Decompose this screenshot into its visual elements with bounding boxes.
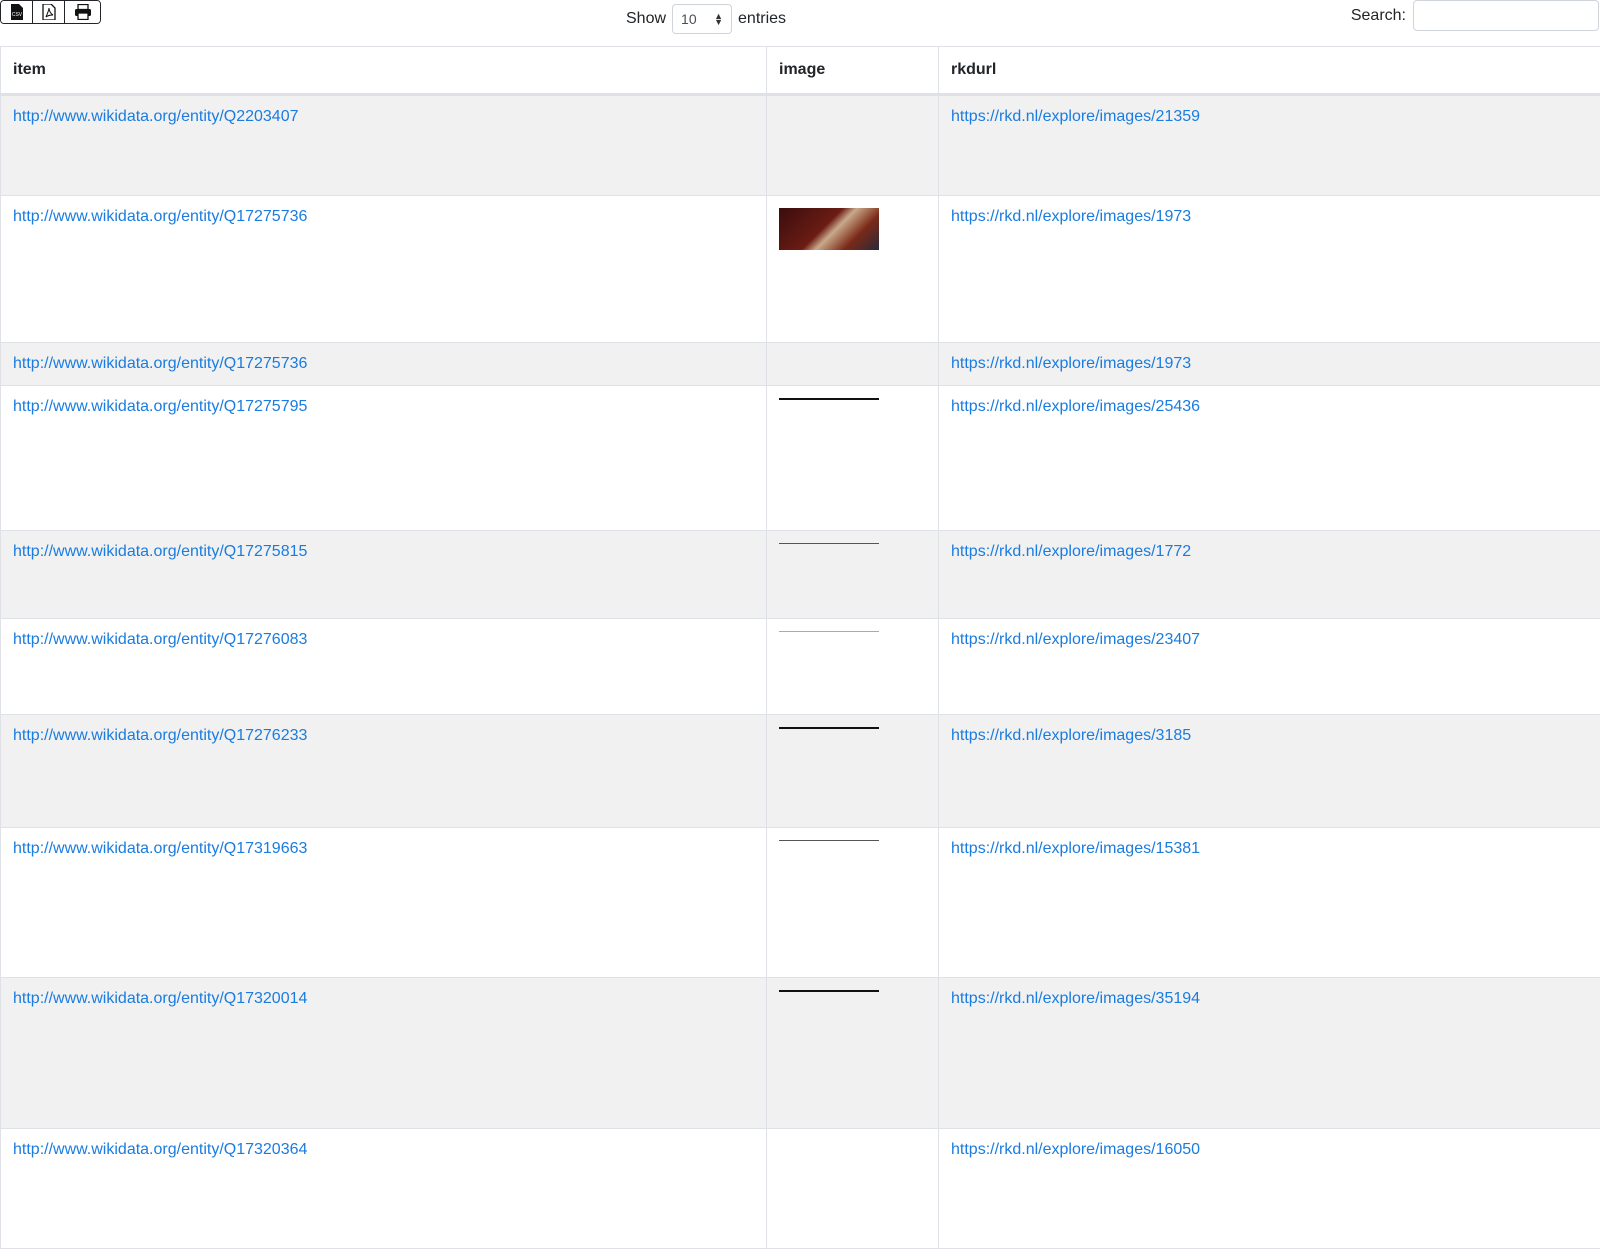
item-link[interactable]: http://www.wikidata.org/entity/Q17275736 [13, 208, 307, 225]
image-cell [767, 196, 939, 343]
item-cell: http://www.wikidata.org/entity/Q17320364 [1, 1129, 767, 1249]
page-length-control: Show 10 ▲▼ entries [626, 4, 786, 34]
rkdurl-cell: https://rkd.nl/explore/images/21359 [939, 95, 1600, 196]
results-table: item image rkdurl http://www.wikidata.or… [0, 46, 1600, 1249]
item-cell: http://www.wikidata.org/entity/Q17276233 [1, 715, 767, 828]
table-row: http://www.wikidata.org/entity/Q17275736… [1, 196, 1600, 343]
table-row: http://www.wikidata.org/entity/Q17275795… [1, 386, 1600, 531]
search-label: Search: [1351, 7, 1406, 25]
table-row: http://www.wikidata.org/entity/Q17320364… [1, 1129, 1600, 1249]
item-link[interactable]: http://www.wikidata.org/entity/Q17320014 [13, 990, 307, 1007]
table-row: http://www.wikidata.org/entity/Q17319663… [1, 828, 1600, 978]
rkdurl-link[interactable]: https://rkd.nl/explore/images/16050 [951, 1141, 1200, 1158]
table-row: http://www.wikidata.org/entity/Q17276233… [1, 715, 1600, 828]
item-link[interactable]: http://www.wikidata.org/entity/Q17275736 [13, 355, 307, 372]
image-thumbnail[interactable] [779, 840, 879, 841]
image-thumbnail[interactable] [779, 543, 879, 544]
item-cell: http://www.wikidata.org/entity/Q17276083 [1, 619, 767, 715]
item-link[interactable]: http://www.wikidata.org/entity/Q17275815 [13, 543, 307, 560]
item-cell: http://www.wikidata.org/entity/Q17275795 [1, 386, 767, 531]
image-cell [767, 619, 939, 715]
table-row: http://www.wikidata.org/entity/Q17276083… [1, 619, 1600, 715]
table-row: http://www.wikidata.org/entity/Q17275815… [1, 531, 1600, 619]
column-header-image[interactable]: image [767, 47, 939, 95]
item-cell: http://www.wikidata.org/entity/Q17275736 [1, 343, 767, 386]
item-cell: http://www.wikidata.org/entity/Q2203407 [1, 95, 767, 196]
rkdurl-cell: https://rkd.nl/explore/images/1772 [939, 531, 1600, 619]
table-row: http://www.wikidata.org/entity/Q17275736… [1, 343, 1600, 386]
rkdurl-cell: https://rkd.nl/explore/images/23407 [939, 619, 1600, 715]
column-header-rkdurl[interactable]: rkdurl [939, 47, 1600, 95]
painting-thumbnail[interactable] [779, 208, 879, 250]
image-thumbnail[interactable] [779, 727, 879, 729]
table-toolbar: CSV Show 10 ▲▼ entries Search: [0, 0, 1600, 46]
rkdurl-link[interactable]: https://rkd.nl/explore/images/3185 [951, 727, 1191, 744]
item-link[interactable]: http://www.wikidata.org/entity/Q17276233 [13, 727, 307, 744]
item-link[interactable]: http://www.wikidata.org/entity/Q17319663 [13, 840, 307, 857]
image-cell [767, 531, 939, 619]
item-cell: http://www.wikidata.org/entity/Q17319663 [1, 828, 767, 978]
image-cell [767, 715, 939, 828]
export-button-group: CSV [0, 0, 101, 24]
column-header-item[interactable]: item [1, 47, 767, 95]
table-header-row: item image rkdurl [1, 47, 1600, 95]
rkdurl-cell: https://rkd.nl/explore/images/25436 [939, 386, 1600, 531]
rkdurl-cell: https://rkd.nl/explore/images/15381 [939, 828, 1600, 978]
item-link[interactable]: http://www.wikidata.org/entity/Q2203407 [13, 108, 299, 125]
rkdurl-cell: https://rkd.nl/explore/images/16050 [939, 1129, 1600, 1249]
printer-icon [74, 4, 92, 20]
rkdurl-link[interactable]: https://rkd.nl/explore/images/25436 [951, 398, 1200, 415]
rkdurl-link[interactable]: https://rkd.nl/explore/images/35194 [951, 990, 1200, 1007]
rkdurl-link[interactable]: https://rkd.nl/explore/images/1772 [951, 543, 1191, 560]
select-caret-icon: ▲▼ [714, 13, 723, 25]
rkdurl-link[interactable]: https://rkd.nl/explore/images/15381 [951, 840, 1200, 857]
item-cell: http://www.wikidata.org/entity/Q17275736 [1, 196, 767, 343]
print-button[interactable] [65, 1, 100, 23]
pdf-file-icon [42, 4, 56, 20]
rkdurl-link[interactable]: https://rkd.nl/explore/images/1973 [951, 208, 1191, 225]
csv-export-button[interactable]: CSV [1, 1, 33, 23]
page-length-select[interactable]: 10 ▲▼ [672, 4, 732, 34]
image-thumbnail[interactable] [779, 990, 879, 992]
image-cell [767, 978, 939, 1129]
table-body: http://www.wikidata.org/entity/Q2203407 … [1, 95, 1600, 1249]
page-length-value: 10 [681, 11, 697, 27]
image-cell [767, 828, 939, 978]
table-row: http://www.wikidata.org/entity/Q2203407 … [1, 95, 1600, 196]
item-link[interactable]: http://www.wikidata.org/entity/Q17275795 [13, 398, 307, 415]
rkdurl-cell: https://rkd.nl/explore/images/1973 [939, 196, 1600, 343]
search-control: Search: [1351, 0, 1599, 31]
csv-file-icon: CSV [10, 4, 24, 20]
item-link[interactable]: http://www.wikidata.org/entity/Q17276083 [13, 631, 307, 648]
rkdurl-cell: https://rkd.nl/explore/images/3185 [939, 715, 1600, 828]
show-label: Show [626, 10, 666, 28]
entries-label: entries [738, 10, 786, 28]
image-cell [767, 343, 939, 386]
item-cell: http://www.wikidata.org/entity/Q17275815 [1, 531, 767, 619]
svg-text:CSV: CSV [11, 12, 22, 18]
image-cell [767, 386, 939, 531]
rkdurl-link[interactable]: https://rkd.nl/explore/images/23407 [951, 631, 1200, 648]
table-row: http://www.wikidata.org/entity/Q17320014… [1, 978, 1600, 1129]
item-link[interactable]: http://www.wikidata.org/entity/Q17320364 [13, 1141, 307, 1158]
image-cell [767, 1129, 939, 1249]
rkdurl-cell: https://rkd.nl/explore/images/1973 [939, 343, 1600, 386]
search-input[interactable] [1413, 0, 1599, 31]
image-cell [767, 95, 939, 196]
pdf-export-button[interactable] [33, 1, 65, 23]
rkdurl-cell: https://rkd.nl/explore/images/35194 [939, 978, 1600, 1129]
image-thumbnail[interactable] [779, 631, 879, 632]
rkdurl-link[interactable]: https://rkd.nl/explore/images/1973 [951, 355, 1191, 372]
rkdurl-link[interactable]: https://rkd.nl/explore/images/21359 [951, 108, 1200, 125]
image-thumbnail[interactable] [779, 398, 879, 400]
item-cell: http://www.wikidata.org/entity/Q17320014 [1, 978, 767, 1129]
